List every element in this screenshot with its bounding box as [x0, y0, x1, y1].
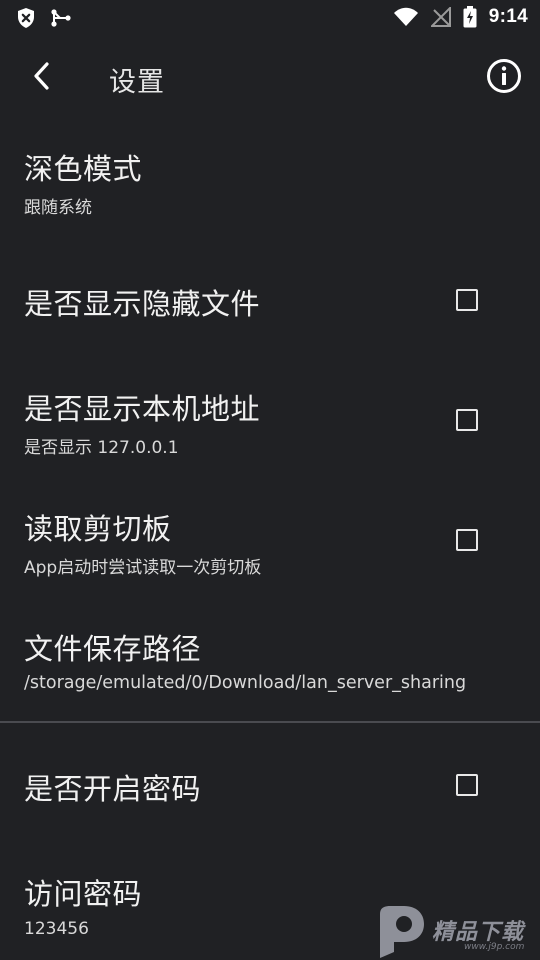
show-hidden-files-checkbox[interactable] — [456, 289, 478, 311]
setting-title: 深色模式 — [24, 152, 143, 186]
setting-title: 是否显示隐藏文件 — [24, 287, 261, 321]
setting-show-local-address[interactable]: 是否显示本机地址 是否显示 127.0.0.1 — [0, 370, 540, 470]
status-bar: 9:14 — [0, 0, 540, 36]
clock: 9:14 — [488, 6, 528, 27]
show-local-address-checkbox[interactable] — [456, 409, 478, 431]
setting-subtitle: 跟随系统 — [24, 198, 92, 218]
setting-subtitle: 是否显示 127.0.0.1 — [24, 438, 179, 458]
setting-title: 访问密码 — [24, 877, 143, 911]
setting-title: 读取剪切板 — [24, 512, 172, 546]
page-title: 设置 — [109, 67, 165, 98]
share-node-icon — [50, 8, 72, 28]
setting-file-save-path[interactable]: 文件保存路径 /storage/emulated/0/Download/lan_… — [0, 610, 540, 710]
no-signal-icon — [430, 7, 451, 27]
setting-read-clipboard[interactable]: 读取剪切板 App启动时尝试读取一次剪切板 — [0, 490, 540, 590]
setting-subtitle: App启动时尝试读取一次剪切板 — [24, 558, 262, 578]
chevron-left-icon — [31, 61, 53, 95]
setting-show-hidden-files[interactable]: 是否显示隐藏文件 — [0, 255, 540, 350]
watermark-url: www.j9p.com — [464, 942, 525, 952]
setting-title: 是否开启密码 — [24, 772, 202, 806]
back-button[interactable] — [22, 56, 62, 100]
enable-password-checkbox[interactable] — [456, 774, 478, 796]
read-clipboard-checkbox[interactable] — [456, 529, 478, 551]
p-logo-icon — [374, 904, 426, 960]
app-bar: 设置 — [0, 36, 540, 120]
setting-title: 是否显示本机地址 — [24, 392, 261, 426]
info-circle-icon — [486, 58, 522, 98]
setting-enable-password[interactable]: 是否开启密码 — [0, 740, 540, 835]
watermark: 精品下载 www.j9p.com — [374, 902, 540, 960]
setting-subtitle: /storage/emulated/0/Download/lan_server_… — [24, 673, 467, 693]
battery-charging-icon — [463, 6, 477, 28]
wifi-icon — [393, 7, 419, 27]
settings-screen: 9:14 设置 深色模式 跟随系统 是否显示隐藏文件 是否显示本机地址 是否显示… — [0, 0, 540, 960]
shield-x-icon — [16, 7, 36, 29]
setting-title: 文件保存路径 — [24, 632, 202, 666]
info-button[interactable] — [484, 58, 524, 98]
setting-dark-mode[interactable]: 深色模式 跟随系统 — [0, 130, 540, 240]
setting-subtitle: 123456 — [24, 919, 89, 939]
section-divider — [0, 721, 540, 723]
